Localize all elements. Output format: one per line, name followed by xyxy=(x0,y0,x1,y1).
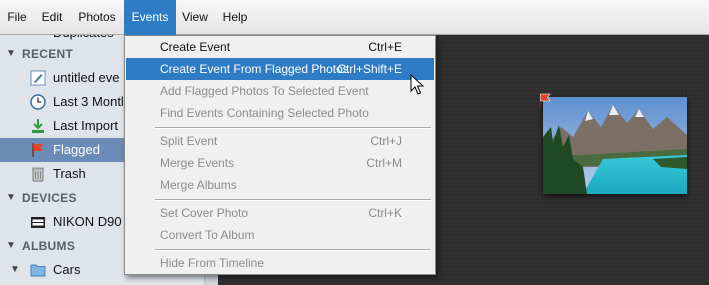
clock-icon xyxy=(30,94,46,110)
shortcut-label: Ctrl+M xyxy=(366,156,402,170)
sidebar-item-label: untitled eve xyxy=(53,70,120,85)
menu-file[interactable]: File xyxy=(0,0,34,35)
menu-item-create-event[interactable]: Create Event Ctrl+E xyxy=(126,36,434,58)
collapse-triangle-icon[interactable]: ▼ xyxy=(6,186,16,210)
expand-triangle-icon[interactable]: ▼ xyxy=(10,258,20,282)
menu-item-convert-to-album[interactable]: Convert To Album xyxy=(126,224,434,246)
shortcut-label: Ctrl+J xyxy=(370,134,402,148)
menu-view[interactable]: View xyxy=(176,0,214,35)
sidebar-item-label: Flagged xyxy=(53,142,100,157)
edit-icon xyxy=(30,70,46,86)
menu-item-set-cover-photo[interactable]: Set Cover Photo Ctrl+K xyxy=(126,202,434,224)
shortcut-label: Ctrl+K xyxy=(368,206,402,220)
menu-separator xyxy=(155,199,431,201)
sidebar-item-label: Last Import xyxy=(53,118,119,133)
menu-item-merge-albums[interactable]: Merge Albums xyxy=(126,174,434,196)
shortcut-label: Ctrl+E xyxy=(368,40,402,54)
shortcut-label: Ctrl+Shift+E xyxy=(337,62,402,76)
events-menu-dropdown: Create Event Ctrl+E Create Event From Fl… xyxy=(124,35,436,275)
menu-item-merge-events[interactable]: Merge Events Ctrl+M xyxy=(126,152,434,174)
flag-icon xyxy=(32,143,43,157)
sidebar-item-label: Cars xyxy=(53,262,81,277)
menu-separator xyxy=(155,127,431,129)
sidebar-item-label: NIKON D90 xyxy=(53,214,122,229)
menu-help[interactable]: Help xyxy=(214,0,256,35)
trash-icon xyxy=(32,167,44,182)
menu-item-hide-from-timeline[interactable]: Hide From Timeline xyxy=(126,252,434,274)
menu-item-add-flagged-photos[interactable]: Add Flagged Photos To Selected Event xyxy=(126,80,434,102)
flag-badge-icon xyxy=(539,93,551,107)
menu-events[interactable]: Events xyxy=(124,0,176,35)
event-thumbnail-photo[interactable] xyxy=(543,97,687,194)
menu-item-create-event-from-flagged[interactable]: Create Event From Flagged Photos Ctrl+Sh… xyxy=(126,58,434,80)
collapse-triangle-icon[interactable]: ▼ xyxy=(6,42,16,66)
import-icon xyxy=(32,119,44,133)
folder-icon xyxy=(30,264,46,277)
sidebar-item-label: Trash xyxy=(53,166,86,181)
sidebar-item-label: Last 3 Montl xyxy=(53,94,124,109)
camera-icon xyxy=(31,217,45,228)
menu-photos[interactable]: Photos xyxy=(70,0,124,35)
menu-item-find-events[interactable]: Find Events Containing Selected Photo xyxy=(126,102,434,124)
menu-separator xyxy=(155,249,431,251)
menu-bar: File Edit Photos Events View Help xyxy=(0,0,709,35)
mouse-pointer-icon xyxy=(410,74,425,95)
menu-edit[interactable]: Edit xyxy=(34,0,70,35)
menu-item-split-event[interactable]: Split Event Ctrl+J xyxy=(126,130,434,152)
collapse-triangle-icon[interactable]: ▼ xyxy=(6,234,16,258)
